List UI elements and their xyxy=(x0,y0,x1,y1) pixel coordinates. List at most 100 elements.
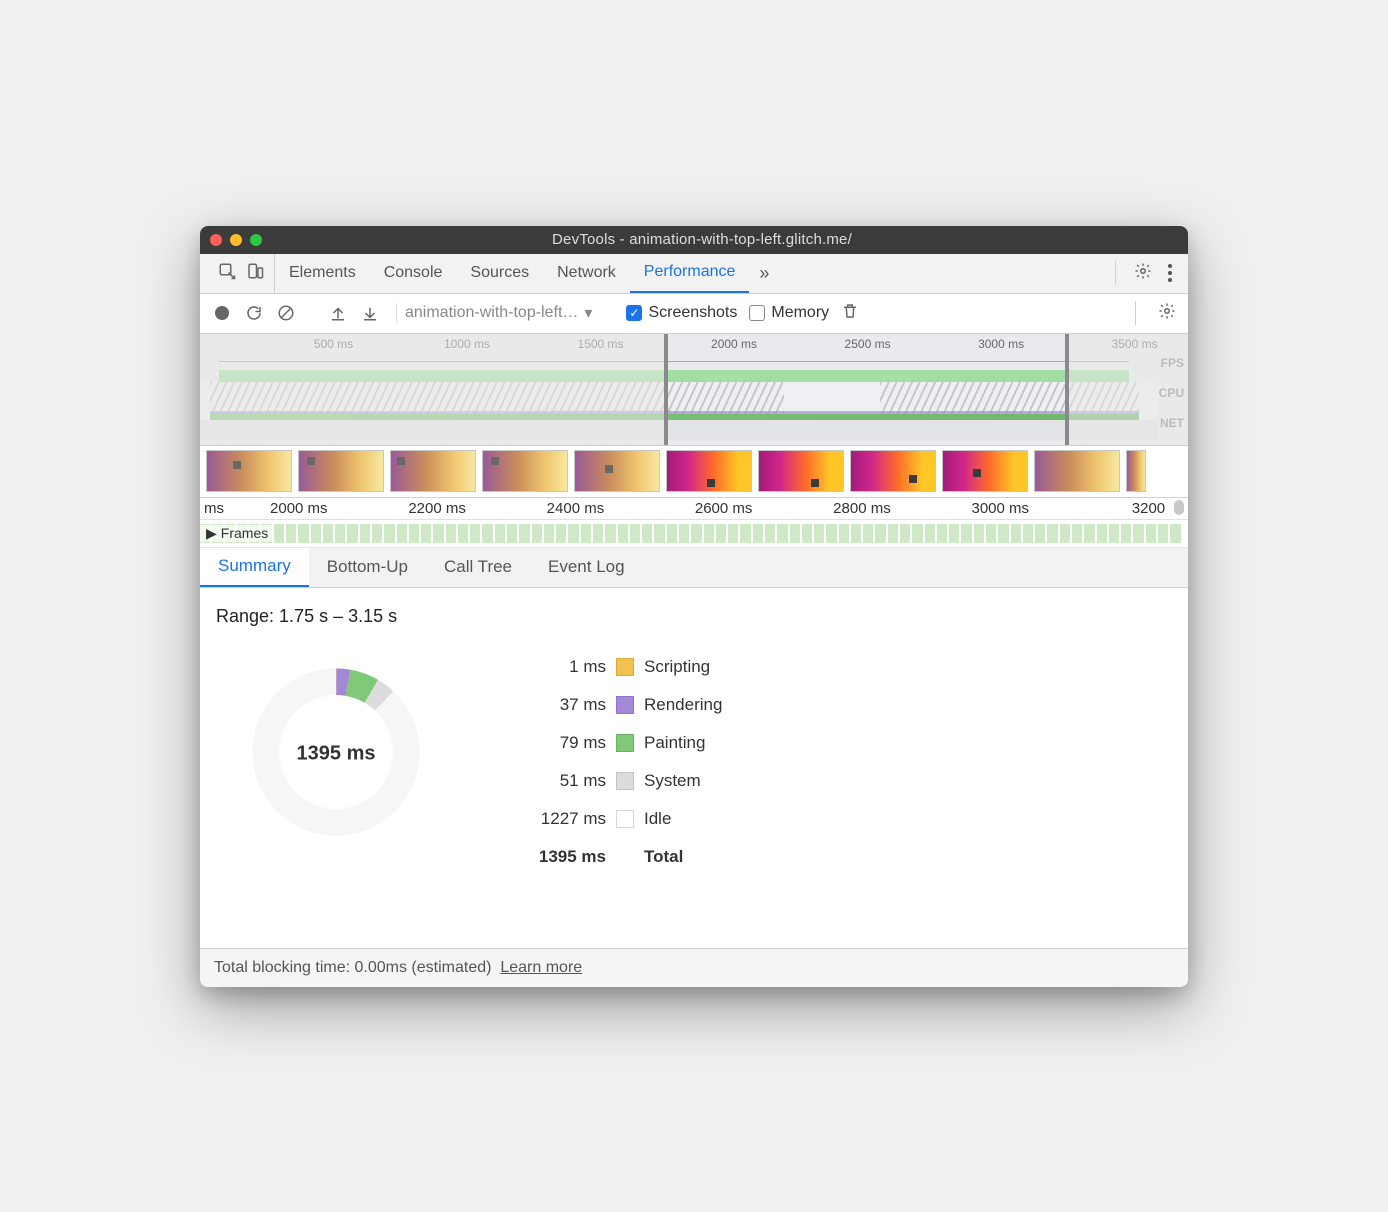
divider xyxy=(1135,301,1136,325)
screenshot-thumb[interactable] xyxy=(206,450,292,492)
screenshot-thumb[interactable] xyxy=(482,450,568,492)
reload-record-icon[interactable] xyxy=(244,303,264,323)
legend-swatch-icon xyxy=(616,696,634,714)
legend-swatch-icon xyxy=(616,810,634,828)
frames-track[interactable]: ▶ Frames xyxy=(200,520,1188,548)
legend-row-system: 51 ms System xyxy=(526,771,722,791)
window-close-icon[interactable] xyxy=(210,234,222,246)
window-minimize-icon[interactable] xyxy=(230,234,242,246)
inspect-element-icon[interactable] xyxy=(218,262,236,285)
screenshot-thumb[interactable] xyxy=(666,450,752,492)
legend-total-value: 1395 ms xyxy=(526,847,606,867)
tab-console[interactable]: Console xyxy=(370,254,457,293)
record-icon[interactable] xyxy=(212,303,232,323)
window-traffic-lights xyxy=(210,234,262,246)
range-label: Range: 1.75 s – 3.15 s xyxy=(216,606,1172,627)
overview-dim-right xyxy=(1069,334,1188,445)
detail-tab-event-log[interactable]: Event Log xyxy=(530,548,643,587)
flame-tick: 3000 ms xyxy=(971,500,1029,517)
learn-more-link[interactable]: Learn more xyxy=(500,959,582,976)
legend-value: 51 ms xyxy=(526,771,606,791)
flame-tick: 2400 ms xyxy=(547,500,605,517)
window-title: DevTools - animation-with-top-left.glitc… xyxy=(276,231,1128,248)
capture-settings-gear-icon[interactable] xyxy=(1158,302,1176,325)
flame-tick: 2000 ms xyxy=(270,500,328,517)
memory-label: Memory xyxy=(771,304,829,322)
kebab-menu-icon[interactable] xyxy=(1160,264,1180,282)
summary-legend: 1 ms Scripting 37 ms Rendering 79 ms Painting… xyxy=(526,657,722,885)
screenshot-thumb[interactable] xyxy=(942,450,1028,492)
disclosure-triangle-icon: ▶ xyxy=(206,525,217,542)
legend-row-idle: 1227 ms Idle xyxy=(526,809,722,829)
screenshots-label: Screenshots xyxy=(648,304,737,322)
window-fullscreen-icon[interactable] xyxy=(250,234,262,246)
dropdown-triangle-icon: ▾ xyxy=(584,303,592,323)
more-tabs-icon[interactable]: » xyxy=(749,263,779,284)
profile-select[interactable]: animation-with-top-left… ▾ xyxy=(396,303,592,323)
screenshot-thumb[interactable] xyxy=(850,450,936,492)
device-toolbar-icon[interactable] xyxy=(246,262,264,285)
legend-value: 1227 ms xyxy=(526,809,606,829)
checkbox-unchecked-icon xyxy=(749,305,765,321)
screenshot-thumb[interactable] xyxy=(1034,450,1120,492)
legend-label: System xyxy=(644,771,701,791)
screenshot-thumb[interactable] xyxy=(758,450,844,492)
screenshot-thumb[interactable] xyxy=(390,450,476,492)
divider xyxy=(1115,261,1116,285)
legend-value: 1 ms xyxy=(526,657,606,677)
footer-bar: Total blocking time: 0.00ms (estimated) … xyxy=(200,948,1188,987)
garbage-collect-icon[interactable] xyxy=(841,302,859,325)
detail-tab-bottom-up[interactable]: Bottom-Up xyxy=(309,548,426,587)
legend-total-label: Total xyxy=(644,847,683,867)
devtools-window: DevTools - animation-with-top-left.glitc… xyxy=(200,226,1188,987)
legend-value: 37 ms xyxy=(526,695,606,715)
flame-tick: 2200 ms xyxy=(408,500,466,517)
legend-row-painting: 79 ms Painting xyxy=(526,733,722,753)
tab-elements[interactable]: Elements xyxy=(275,254,370,293)
download-icon[interactable] xyxy=(360,303,380,323)
screenshots-checkbox[interactable]: ✓ Screenshots xyxy=(626,304,737,322)
vertical-scrollbar-icon[interactable] xyxy=(1174,500,1184,515)
frames-track-label[interactable]: ▶ Frames xyxy=(200,525,274,542)
flamechart-time-axis[interactable]: ms 2000 ms 2200 ms 2400 ms 2600 ms 2800 ms 30… xyxy=(200,498,1188,520)
detail-tab-summary[interactable]: Summary xyxy=(200,548,309,587)
settings-gear-icon[interactable] xyxy=(1126,262,1160,285)
devtools-tab-strip: ElementsConsoleSourcesNetworkPerformance… xyxy=(200,254,1188,294)
legend-label: Rendering xyxy=(644,695,722,715)
screenshot-thumb[interactable] xyxy=(298,450,384,492)
profile-name: animation-with-top-left… xyxy=(405,304,578,322)
frames-bars xyxy=(200,524,1180,543)
legend-row-total: 1395 ms Total xyxy=(526,847,722,867)
tab-sources[interactable]: Sources xyxy=(456,254,543,293)
summary-panel: Range: 1.75 s – 3.15 s 1395 ms 1 ms Scrip… xyxy=(200,588,1188,948)
perf-detail-tabs: SummaryBottom-UpCall TreeEvent Log xyxy=(200,548,1188,588)
donut-total-value: 1395 ms xyxy=(297,743,376,766)
summary-donut-chart: 1395 ms xyxy=(236,657,436,852)
overview-selection-handles[interactable] xyxy=(664,334,1069,445)
legend-label: Idle xyxy=(644,809,671,829)
window-titlebar: DevTools - animation-with-top-left.glitc… xyxy=(200,226,1188,254)
legend-swatch-icon xyxy=(616,734,634,752)
detail-tab-call-tree[interactable]: Call Tree xyxy=(426,548,530,587)
blocking-time-text: Total blocking time: 0.00ms (estimated) xyxy=(214,959,491,976)
legend-label: Painting xyxy=(644,733,705,753)
memory-checkbox[interactable]: Memory xyxy=(749,304,829,322)
legend-label: Scripting xyxy=(644,657,710,677)
screenshot-filmstrip[interactable] xyxy=(200,446,1188,498)
checkbox-checked-icon: ✓ xyxy=(626,305,642,321)
screenshot-thumb[interactable] xyxy=(1126,450,1146,492)
screenshot-thumb[interactable] xyxy=(574,450,660,492)
perf-toolbar: animation-with-top-left… ▾ ✓ Screenshots… xyxy=(200,294,1188,334)
tab-network[interactable]: Network xyxy=(543,254,630,293)
perf-overview[interactable]: 500 ms1000 ms1500 ms2000 ms2500 ms3000 m… xyxy=(200,334,1188,446)
legend-row-scripting: 1 ms Scripting xyxy=(526,657,722,677)
upload-icon[interactable] xyxy=(328,303,348,323)
legend-swatch-icon xyxy=(616,772,634,790)
flame-tick: 2800 ms xyxy=(833,500,891,517)
flame-tick: 2600 ms xyxy=(695,500,753,517)
clear-icon[interactable] xyxy=(276,303,296,323)
legend-row-rendering: 37 ms Rendering xyxy=(526,695,722,715)
tab-performance[interactable]: Performance xyxy=(630,254,750,293)
axis-unit: ms xyxy=(204,500,224,517)
legend-value: 79 ms xyxy=(526,733,606,753)
